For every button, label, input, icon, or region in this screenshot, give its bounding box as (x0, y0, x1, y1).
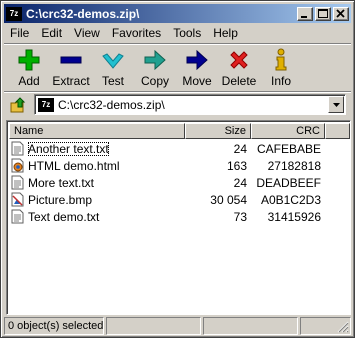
move-label: Move (182, 74, 212, 88)
extract-label: Extract (52, 74, 90, 88)
extract-button[interactable]: Extract (50, 45, 92, 89)
menu-bar: File Edit View Favorites Tools Help (4, 24, 351, 42)
address-input[interactable]: C:\crc32-demos.zip\ (58, 98, 328, 112)
file-row[interactable]: More text.txt 24 DEADBEEF (9, 174, 325, 191)
column-header-filler (325, 123, 350, 139)
file-crc: CAFEBABE (256, 141, 321, 156)
file-name: Another text.txt (28, 141, 109, 156)
minus-icon (60, 56, 82, 64)
file-list[interactable]: Name Size CRC Another text.txt 24 CAFEBA… (6, 120, 351, 315)
column-header-name[interactable]: Name (9, 123, 185, 139)
text-file-icon (11, 209, 24, 224)
app-icon[interactable]: 7z (6, 6, 22, 21)
file-size: 30 054 (210, 192, 247, 207)
add-button[interactable]: Add (8, 45, 50, 89)
delete-x-icon (230, 51, 248, 69)
add-label: Add (18, 74, 40, 88)
menu-help[interactable]: Help (207, 26, 244, 40)
file-name: HTML demo.html (28, 158, 120, 173)
status-panel-3 (203, 317, 299, 335)
address-dropdown-button[interactable] (328, 96, 344, 113)
status-bar: 0 object(s) selected (4, 317, 351, 335)
file-rows: Another text.txt 24 CAFEBABE HTML demo.h… (9, 140, 325, 225)
file-size: 24 (233, 141, 247, 156)
address-combobox[interactable]: 7z C:\crc32-demos.zip\ (34, 94, 346, 115)
toolbar: Add Extract Test Copy Move Delete Info (4, 45, 351, 91)
menu-edit[interactable]: Edit (35, 26, 68, 40)
file-size: 24 (233, 175, 247, 190)
column-header-size[interactable]: Size (185, 123, 251, 139)
file-crc: DEADBEEF (256, 175, 321, 190)
text-file-icon (11, 175, 24, 190)
copy-button[interactable]: Copy (134, 45, 176, 89)
column-header-crc[interactable]: CRC (251, 123, 325, 139)
up-folder-button[interactable] (8, 95, 30, 115)
archive-icon: 7z (38, 97, 54, 112)
minimize-button[interactable] (297, 6, 313, 21)
file-name: More text.txt (28, 175, 95, 190)
image-file-icon (11, 192, 24, 207)
copy-arrow-icon (144, 49, 166, 71)
menu-view[interactable]: View (68, 26, 106, 40)
status-panel-2 (106, 317, 202, 335)
address-bar: 7z C:\crc32-demos.zip\ (4, 93, 351, 117)
info-icon (275, 48, 287, 71)
test-button[interactable]: Test (92, 45, 134, 89)
menu-file[interactable]: File (4, 26, 35, 40)
file-row[interactable]: Picture.bmp 30 054 A0B1C2D3 (9, 191, 325, 208)
close-button[interactable] (333, 6, 349, 21)
move-arrow-icon (186, 49, 208, 71)
file-crc: A0B1C2D3 (260, 192, 321, 207)
file-name: Text demo.txt (28, 209, 100, 224)
file-crc: 27182818 (267, 158, 321, 173)
info-button[interactable]: Info (260, 45, 302, 89)
file-row[interactable]: Another text.txt 24 CAFEBABE (9, 140, 325, 157)
info-label: Info (270, 74, 291, 88)
move-button[interactable]: Move (176, 45, 218, 89)
check-icon (102, 53, 124, 69)
resize-grip-icon[interactable] (337, 321, 349, 333)
status-selection: 0 object(s) selected (4, 317, 104, 335)
file-row[interactable]: HTML demo.html 163 27182818 (9, 157, 325, 174)
app-window: 7z C:\crc32-demos.zip\ File Edit View Fa… (0, 0, 355, 338)
delete-label: Delete (221, 74, 257, 88)
title-bar[interactable]: 7z C:\crc32-demos.zip\ (4, 4, 351, 23)
plus-icon (18, 49, 40, 71)
window-title: C:\crc32-demos.zip\ (26, 6, 140, 21)
file-size: 163 (226, 158, 247, 173)
copy-label: Copy (140, 74, 169, 88)
menu-favorites[interactable]: Favorites (106, 26, 167, 40)
up-folder-icon (10, 97, 26, 113)
file-crc: 31415926 (267, 209, 321, 224)
maximize-button[interactable] (315, 6, 331, 21)
minimize-icon (301, 15, 307, 18)
list-header: Name Size CRC (9, 123, 350, 139)
close-icon (336, 8, 345, 18)
menu-tools[interactable]: Tools (167, 26, 207, 40)
html-file-icon (11, 158, 24, 173)
text-file-icon (11, 141, 24, 156)
maximize-icon (318, 8, 328, 18)
delete-button[interactable]: Delete (218, 45, 260, 89)
chevron-down-icon (332, 102, 340, 107)
file-size: 73 (233, 209, 247, 224)
file-name: Picture.bmp (28, 192, 93, 207)
test-label: Test (101, 74, 124, 88)
file-row[interactable]: Text demo.txt 73 31415926 (9, 208, 325, 225)
